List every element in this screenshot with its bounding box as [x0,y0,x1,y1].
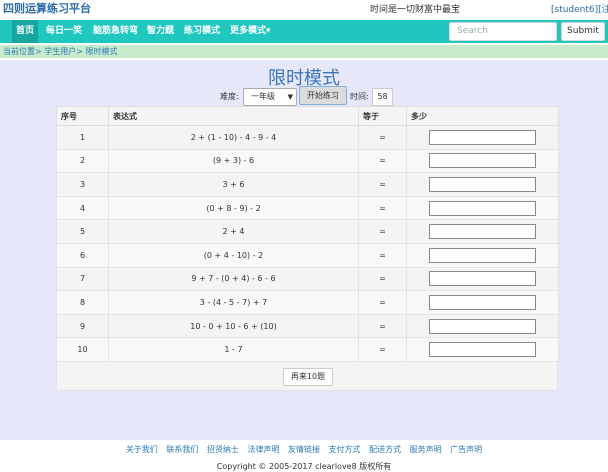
footer-link-friends[interactable]: 友情链接 [288,445,320,454]
footer-link-ads[interactable]: 广告声明 [450,445,482,454]
copyright: Copyright © 2005-2017 clearlove8 版权所有 [216,462,392,471]
row-expression: 1 - 7 [108,337,359,362]
row-index: 9 [56,313,109,339]
footer-link-about[interactable]: 关于我们 [126,445,158,454]
table-row: 10 1 - 7 = [56,337,559,362]
row-equals: = [358,290,407,315]
nav-brain-teaser[interactable]: 脑筋急转弯 [89,20,142,43]
row-expression: (0 + 4 - 10) - 2 [108,242,359,268]
row-equals: = [358,125,407,150]
time-label: 时间: [350,92,369,101]
row-index: 5 [56,219,109,244]
row-equals: = [358,219,407,244]
answer-input[interactable] [429,176,536,192]
difficulty-value: 一年级 [251,92,275,101]
nav-daily-joke[interactable]: 每日一笑 [42,20,86,43]
table-footer: 再来10题 [56,361,558,391]
col-header-equals: 等于 [358,106,407,126]
table-header-row: 序号 表达式 等于 多少 [56,106,559,126]
row-index: 2 [56,148,109,174]
answer-input[interactable] [429,318,536,334]
difficulty-label: 难度: [220,92,239,101]
footer-link-legal[interactable]: 法律声明 [247,445,279,454]
col-header-index: 序号 [56,106,109,126]
footer-link-service[interactable]: 服务声明 [410,445,442,454]
footer-link-payment[interactable]: 支付方式 [329,445,361,454]
answer-input[interactable] [429,200,536,216]
answer-input[interactable] [429,247,536,263]
breadcrumb[interactable]: 当前位置> 学生用户> 限时模式 [3,46,118,57]
row-equals: = [358,313,407,339]
row-expression: 3 - (4 - 5 - 7) + 7 [108,290,359,315]
start-practice-button[interactable]: 开始练习 [299,86,347,105]
footer-link-shipping[interactable]: 配送方式 [369,445,401,454]
row-index: 3 [56,172,109,197]
row-index: 4 [56,195,109,221]
row-index: 10 [56,337,109,362]
row-equals: = [358,242,407,268]
row-equals: = [358,337,407,362]
slogan: 时间是一切财富中最宝 [370,5,461,15]
row-expression: (9 + 3) - 6 [108,148,359,174]
row-equals: = [358,195,407,221]
top-bar: 四则运算练习平台 时间是一切财富中最宝 [student6][注销 [0,0,608,20]
time-field[interactable]: 58 [372,88,393,106]
answer-input[interactable] [429,271,536,287]
nav-home[interactable]: 首页 [12,20,38,43]
nav-more-modes[interactable]: 更多模式▾ [226,20,275,43]
table-row: 6 (0 + 4 - 10) - 2 = [56,242,559,268]
navbar: 首页 每日一笑 脑筋急转弯 智力题 练习模式 更多模式▾ Search Subm… [0,20,608,43]
row-expression: 3 + 6 [108,172,359,197]
site-brand[interactable]: 四则运算练习平台 [3,0,91,16]
row-index: 7 [56,266,109,292]
footer-links: 关于我们 联系我们 招贤纳士 法律声明 友情链接 支付方式 配送方式 服务声明 … [0,444,608,455]
answer-input[interactable] [429,153,536,169]
footer-link-careers[interactable]: 招贤纳士 [207,445,239,454]
row-equals: = [358,266,407,292]
answer-input[interactable] [429,294,536,310]
row-equals: = [358,148,407,174]
table-row: 4 (0 + 8 - 9) - 2 = [56,195,559,221]
search-input[interactable]: Search [449,22,557,41]
col-header-answer: 多少 [406,106,559,126]
col-header-expression: 表达式 [108,106,359,126]
row-expression: 2 + 4 [108,219,359,244]
difficulty-select[interactable]: 一年级 ▼ [243,88,297,106]
breadcrumb-bar: 当前位置> 学生用户> 限时模式 [0,45,608,58]
row-expression: 2 + (1 - 10) - 4 - 9 - 4 [108,125,359,150]
row-equals: = [358,172,407,197]
row-index: 8 [56,290,109,315]
user-links: [student6][注销 [551,2,608,15]
question-table: 序号 表达式 等于 多少 12 + (1 - 10) - 4 - 9 - 4 = … [56,106,559,362]
table-row: 52 + 4 = [56,219,559,244]
table-row: 33 + 6 = [56,172,559,197]
chevron-down-icon: ▼ [287,93,293,101]
logout-link[interactable]: [注销 [598,5,608,15]
table-row: 83 - (4 - 5 - 7) + 7 = [56,290,559,315]
nav-puzzle[interactable]: 智力题 [143,20,178,43]
table-row: 79 + 7 - (0 + 4) - 6 - 6 = [56,266,559,292]
row-expression: 9 + 7 - (0 + 4) - 6 - 6 [108,266,359,292]
answer-input[interactable] [429,129,536,145]
answer-input[interactable] [429,224,536,240]
nav-practice-mode[interactable]: 练习模式 [180,20,224,43]
row-index: 6 [56,242,109,268]
footer-link-contact[interactable]: 联系我们 [166,445,198,454]
answer-input[interactable] [429,342,536,358]
user-link[interactable]: [student6] [551,5,598,15]
table-row: 9 10 - 0 + 10 - 6 + (10) = [56,313,559,339]
row-index: 1 [56,125,109,150]
table-row: 2 (9 + 3) - 6 = [56,148,559,174]
row-expression: (0 + 8 - 9) - 2 [108,195,359,221]
submit-button[interactable]: Submit [561,22,605,41]
table-row: 12 + (1 - 10) - 4 - 9 - 4 = [56,125,559,150]
row-expression: 10 - 0 + 10 - 6 + (10) [108,313,359,339]
next-ten-button[interactable]: 再来10题 [283,368,333,386]
